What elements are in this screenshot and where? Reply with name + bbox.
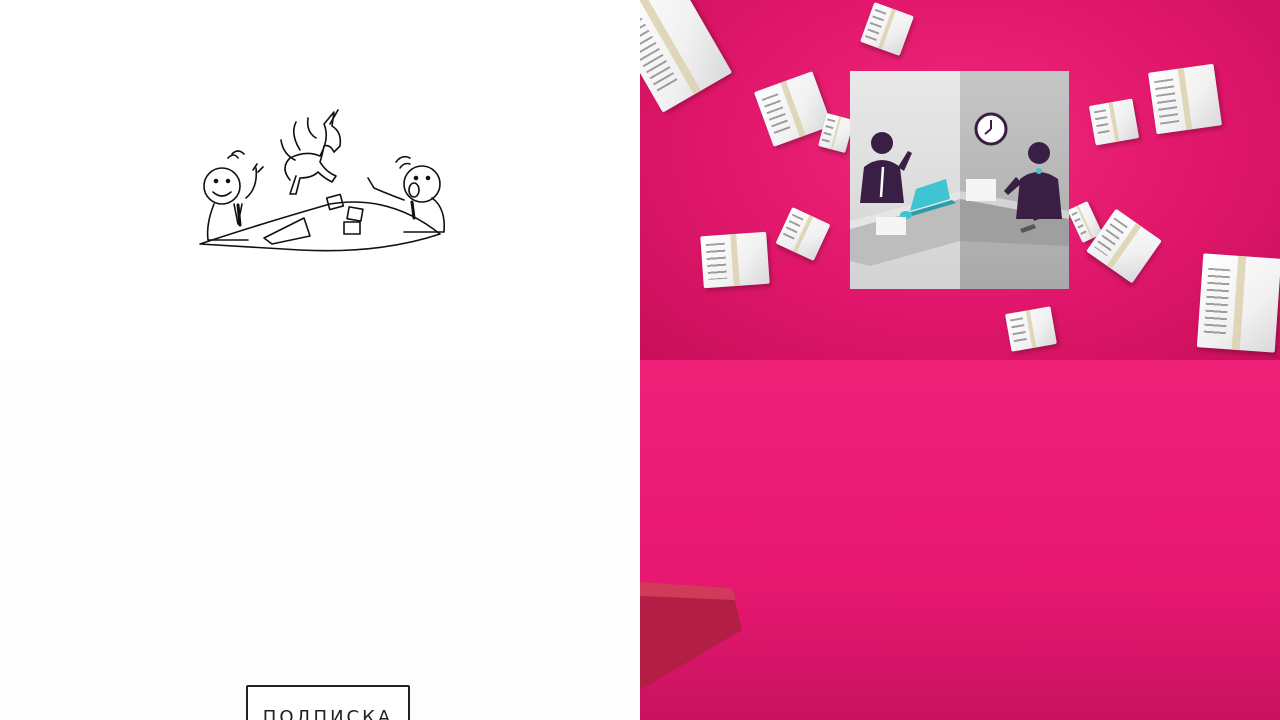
floating-box [1088, 98, 1140, 146]
subscription-stamp: ПОДПИСКА [246, 685, 410, 720]
stamp-label: ПОДПИСКА [262, 707, 394, 720]
office-scene [850, 112, 1069, 266]
right-man-head [403, 165, 441, 203]
floating-box [860, 2, 914, 56]
floating-box [1005, 306, 1057, 352]
box-edge [640, 582, 742, 690]
table [199, 201, 441, 252]
boxes-quadrant [640, 0, 1280, 360]
unicorn [284, 111, 342, 195]
floating-box [1148, 63, 1222, 135]
floating-box [1196, 253, 1280, 353]
left-man [860, 132, 912, 203]
sketch-quadrant [0, 0, 640, 361]
clock-icon [974, 112, 1008, 146]
floating-box [775, 206, 831, 262]
floating-box [640, 0, 733, 113]
stamp-quadrant: ПОДПИСКА [0, 360, 640, 720]
sketch-meeting-illustration [199, 109, 446, 252]
office-workers-panel [850, 71, 1069, 289]
left-man-head [203, 167, 241, 205]
floating-box [1086, 208, 1162, 284]
magenta-quadrant [640, 360, 1280, 720]
floating-box [700, 231, 770, 289]
